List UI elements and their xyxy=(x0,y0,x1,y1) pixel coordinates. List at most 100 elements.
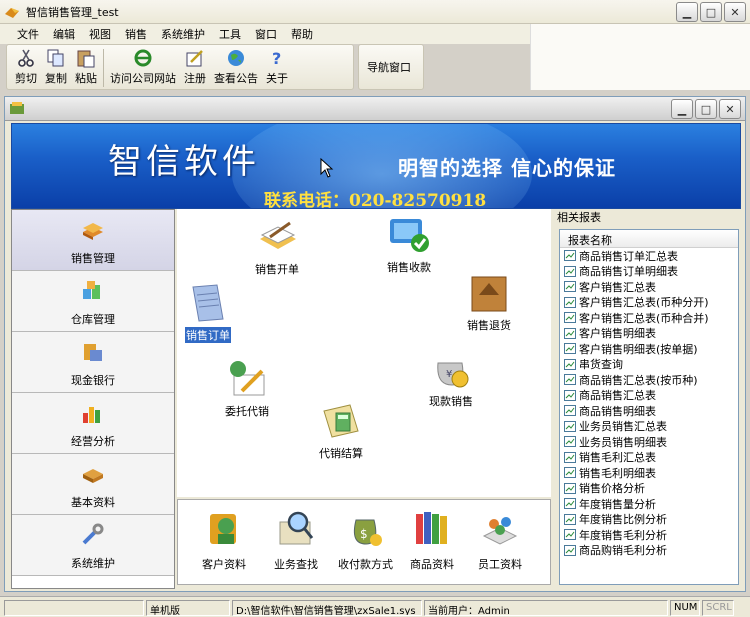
warehouse-icon xyxy=(83,281,100,299)
report-item[interactable]: 年度销售比例分析 xyxy=(560,512,738,528)
minimize-button[interactable]: ▁ xyxy=(676,2,698,22)
nav-window-button[interactable]: 导航窗口 xyxy=(358,44,424,90)
report-chart-icon xyxy=(564,358,576,370)
bank-icon xyxy=(84,344,102,361)
payment-method-item[interactable]: $ 收付款方式 xyxy=(338,508,393,572)
report-item[interactable]: 客户销售明细表 xyxy=(560,326,738,342)
function-canvas: 销售开单 销售收款 销售订单 销售退货 委托代销 ¥ 现款销售 代销结算 xyxy=(177,209,551,497)
menu-tools[interactable]: 工具 xyxy=(212,26,248,42)
sidebar-item-analysis[interactable]: 经营分析 xyxy=(12,393,174,454)
customer-data-item[interactable]: 客户资料 xyxy=(202,508,246,572)
employee-icon xyxy=(482,517,518,545)
report-chart-icon xyxy=(564,296,576,308)
report-chart-icon xyxy=(564,467,576,479)
sales-return-item[interactable]: 销售退货 xyxy=(467,273,511,333)
report-item[interactable]: 客户销售汇总表 xyxy=(560,279,738,295)
about-button[interactable]: ? 关于 xyxy=(266,48,288,86)
close-button[interactable]: ✕ xyxy=(724,2,746,22)
reports-panel: 相关报表 报表名称 商品销售订单汇总表 商品销售订单明细表 客户销售汇总表 客户销售汇… xyxy=(553,209,743,589)
report-item[interactable]: 商品销售汇总表(按币种) xyxy=(560,372,738,388)
employee-data-item[interactable]: 员工资料 xyxy=(478,508,522,572)
report-chart-icon xyxy=(564,482,576,494)
report-item[interactable]: 商品销售订单明细表 xyxy=(560,264,738,280)
reports-title: 相关报表 xyxy=(557,211,601,224)
register-icon xyxy=(186,50,203,67)
report-item[interactable]: 串货查询 xyxy=(560,357,738,373)
customer-icon xyxy=(210,514,236,544)
toolbar-separator xyxy=(103,49,104,87)
menu-help[interactable]: 帮助 xyxy=(284,26,320,42)
report-item[interactable]: 销售毛利汇总表 xyxy=(560,450,738,466)
report-chart-icon xyxy=(564,374,576,386)
maximize-button[interactable]: □ xyxy=(700,2,722,22)
child-window-icon xyxy=(10,102,24,114)
report-item[interactable]: 商品销售汇总表 xyxy=(560,388,738,404)
report-item[interactable]: 客户销售明细表(按单据) xyxy=(560,341,738,357)
menu-file[interactable]: 文件 xyxy=(10,26,46,42)
report-item[interactable]: 商品销售明细表 xyxy=(560,403,738,419)
reports-list: 报表名称 商品销售订单汇总表 商品销售订单明细表 客户销售汇总表 客户销售汇总表(币种… xyxy=(559,229,739,585)
menu-window[interactable]: 窗口 xyxy=(248,26,284,42)
report-item[interactable]: 年度销售量分析 xyxy=(560,496,738,512)
report-chart-icon xyxy=(564,529,576,541)
business-search-item[interactable]: 业务查找 xyxy=(274,508,318,572)
visit-website-button[interactable]: 访问公司网站 xyxy=(110,48,176,86)
menu-edit[interactable]: 编辑 xyxy=(46,26,82,42)
module-sidebar: 销售管理 仓库管理 现金银行 经营分析 基本资料 系统维护 xyxy=(11,209,175,589)
status-pane-blank xyxy=(4,600,144,616)
app-logo-icon xyxy=(5,7,19,18)
child-close-button[interactable]: ✕ xyxy=(719,99,741,119)
view-notice-button[interactable]: 查看公告 xyxy=(214,48,258,86)
paste-button[interactable]: 粘贴 xyxy=(75,48,97,86)
report-chart-icon xyxy=(564,544,576,556)
money-bag-icon: $ xyxy=(353,519,382,546)
mouse-cursor-icon xyxy=(320,158,334,178)
calculator-icon xyxy=(323,404,359,438)
report-item[interactable]: 销售毛利明细表 xyxy=(560,465,738,481)
report-item[interactable]: 商品购销毛利分析 xyxy=(560,543,738,559)
report-item[interactable]: 客户销售汇总表(币种合并) xyxy=(560,310,738,326)
status-scrl: SCRL xyxy=(702,600,734,616)
product-data-item[interactable]: 商品资料 xyxy=(410,508,454,572)
sales-receipt-item[interactable]: 销售收款 xyxy=(387,215,431,275)
sidebar-item-cash-bank[interactable]: 现金银行 xyxy=(12,332,174,393)
report-item[interactable]: 客户销售汇总表(币种分开) xyxy=(560,295,738,311)
report-item[interactable]: 商品销售订单汇总表 xyxy=(560,248,738,264)
cash-sale-item[interactable]: ¥ 现款销售 xyxy=(429,349,473,409)
report-chart-icon xyxy=(564,436,576,448)
status-path: D:\智信软件\智信销售管理\zxSale1.sys xyxy=(232,600,422,616)
report-chart-icon xyxy=(564,312,576,324)
menu-view[interactable]: 视图 xyxy=(82,26,118,42)
reports-column-header[interactable]: 报表名称 xyxy=(560,230,738,248)
sidebar-item-system[interactable]: 系统维护 xyxy=(12,515,174,576)
report-chart-icon xyxy=(564,343,576,355)
consignment-item[interactable]: 委托代销 xyxy=(225,359,269,419)
sidebar-item-sales[interactable]: 销售管理 xyxy=(12,210,174,271)
books-icon xyxy=(83,223,103,240)
child-maximize-button[interactable]: □ xyxy=(695,99,717,119)
child-minimize-button[interactable]: ▁ xyxy=(671,99,693,119)
sales-invoice-item[interactable]: 销售开单 xyxy=(255,217,299,277)
report-chart-icon xyxy=(564,405,576,417)
sidebar-item-warehouse[interactable]: 仓库管理 xyxy=(12,271,174,332)
menu-sales[interactable]: 销售 xyxy=(118,26,154,42)
report-chart-icon xyxy=(564,265,576,277)
report-item[interactable]: 业务员销售明细表 xyxy=(560,434,738,450)
consignment-settle-item[interactable]: 代销结算 xyxy=(319,401,363,461)
report-chart-icon xyxy=(564,420,576,432)
help-icon: ? xyxy=(272,49,281,68)
cut-button[interactable]: 剪切 xyxy=(15,48,37,86)
sales-order-item[interactable]: 销售订单 xyxy=(185,283,231,343)
report-chart-icon xyxy=(564,513,576,525)
copy-button[interactable]: 复制 xyxy=(45,48,67,86)
register-button[interactable]: 注册 xyxy=(184,48,206,86)
consign-icon xyxy=(230,361,265,396)
main-toolbar: 剪切 复制 粘贴 访问公司网站 注册 查看公告 ? 关于 xyxy=(6,44,354,90)
report-item[interactable]: 业务员销售汇总表 xyxy=(560,419,738,435)
sidebar-item-basic-data[interactable]: 基本资料 xyxy=(12,454,174,515)
status-num: NUM xyxy=(670,600,700,616)
status-mode: 单机版 xyxy=(146,600,230,616)
menu-system[interactable]: 系统维护 xyxy=(154,26,212,42)
report-item[interactable]: 年度销售毛利分析 xyxy=(560,527,738,543)
report-item[interactable]: 销售价格分析 xyxy=(560,481,738,497)
